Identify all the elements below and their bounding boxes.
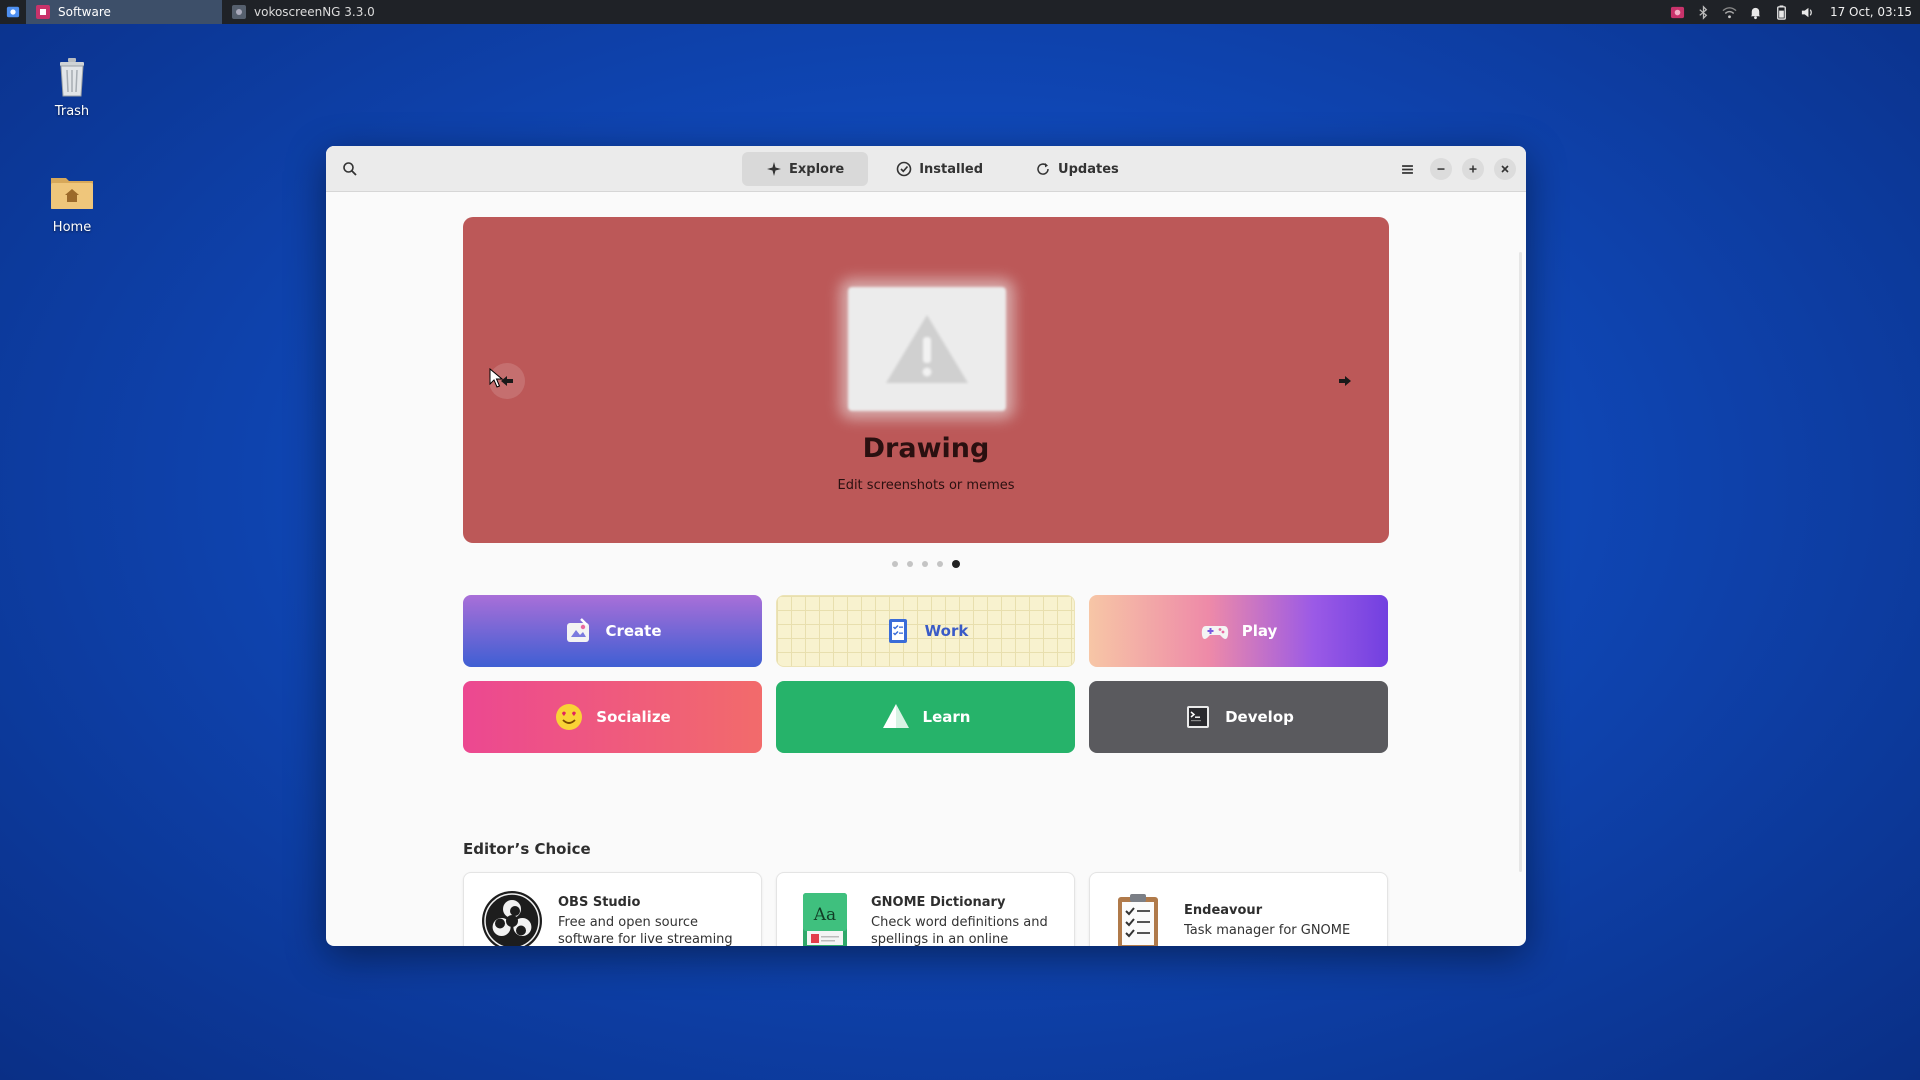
header-bar: Explore Installed Updates: [326, 146, 1526, 192]
app-card-obs-studio[interactable]: OBS Studio Free and open source software…: [463, 872, 762, 946]
app-name: GNOME Dictionary: [871, 894, 1006, 910]
gnome-software-window: Explore Installed Updates Drawing Edit s…: [326, 146, 1526, 946]
software-app-icon: [36, 5, 50, 19]
home-folder-icon: [48, 168, 96, 216]
tab-label: Updates: [1058, 161, 1119, 177]
category-label: Play: [1241, 622, 1278, 640]
category-label: Socialize: [596, 708, 671, 726]
app-description: Free and open source software for live s…: [558, 914, 733, 947]
category-grid: Create Work Play Socialize Learn Develop: [463, 595, 1389, 753]
battery-icon[interactable]: [1774, 4, 1790, 20]
recording-indicator-icon[interactable]: [1670, 4, 1686, 20]
app-name: OBS Studio: [558, 894, 641, 910]
emoji-icon: [554, 702, 584, 732]
editors-choice-heading: Editor’s Choice: [463, 840, 591, 858]
task-vokoscreen[interactable]: vokoscreenNG 3.3.0: [222, 0, 418, 24]
content-scrollbar[interactable]: [1519, 252, 1522, 872]
category-label: Develop: [1225, 708, 1294, 726]
featured-carousel[interactable]: Drawing Edit screenshots or memes: [463, 217, 1389, 543]
view-switcher: Explore Installed Updates: [742, 152, 1143, 186]
category-create[interactable]: Create: [463, 595, 762, 667]
obs-studio-icon: [480, 889, 544, 946]
carousel-dot[interactable]: [892, 561, 898, 567]
sparkle-icon: [767, 162, 781, 176]
work-icon: [883, 616, 913, 646]
minimize-icon: [1437, 168, 1445, 170]
category-label: Work: [924, 622, 969, 640]
featured-app-subtitle: Edit screenshots or memes: [837, 478, 1015, 493]
window-controls: [1394, 156, 1516, 182]
applications-menu-button[interactable]: [0, 0, 26, 24]
close-icon: [1501, 165, 1509, 173]
carousel-indicators: [326, 560, 1526, 568]
carousel-dot[interactable]: [922, 561, 928, 567]
top-panel: Software vokoscreenNG 3.3.0 17 Oct, 03:1…: [0, 0, 1920, 24]
maximize-button[interactable]: [1462, 158, 1484, 180]
category-label: Learn: [922, 708, 971, 726]
terminal-icon: [1183, 702, 1213, 732]
category-develop[interactable]: Develop: [1089, 681, 1388, 753]
clock[interactable]: 17 Oct, 03:15: [1830, 5, 1912, 19]
task-label: Software: [58, 5, 111, 19]
tab-label: Explore: [789, 161, 845, 177]
mouse-pointer-icon: [489, 368, 503, 388]
check-circle-icon: [896, 161, 912, 177]
vokoscreen-app-icon: [232, 5, 246, 19]
sail-icon: [881, 702, 911, 732]
category-work[interactable]: Work: [776, 595, 1075, 667]
app-name: Endeavour: [1184, 903, 1263, 918]
carousel-dot-active[interactable]: [952, 560, 960, 568]
category-learn[interactable]: Learn: [776, 681, 1075, 753]
app-card-endeavour[interactable]: Endeavour Task manager for GNOME: [1089, 872, 1388, 946]
whisker-menu-icon: [6, 6, 20, 18]
featured-app-title[interactable]: Drawing: [463, 433, 1389, 464]
carousel-next-button[interactable]: [1327, 363, 1363, 399]
explore-page[interactable]: Drawing Edit screenshots or memes Create: [326, 192, 1526, 946]
arrow-right-icon: [1339, 376, 1351, 386]
tab-installed[interactable]: Installed: [872, 152, 1007, 186]
carousel-dot[interactable]: [937, 561, 943, 567]
maximize-icon: [1469, 165, 1477, 173]
desktop-home[interactable]: Home: [32, 168, 112, 235]
clipboard-checklist-icon: [1106, 889, 1170, 946]
app-description: Task manager for GNOME: [1184, 923, 1351, 938]
hamburger-menu-icon: [1401, 164, 1413, 174]
notifications-bell-icon[interactable]: [1748, 4, 1764, 20]
task-label: vokoscreenNG 3.3.0: [254, 5, 375, 19]
category-socialize[interactable]: Socialize: [463, 681, 762, 753]
tab-label: Installed: [919, 161, 984, 177]
search-button[interactable]: [336, 155, 364, 183]
dictionary-icon: Aa: [793, 889, 857, 946]
close-button[interactable]: [1494, 158, 1516, 180]
volume-icon[interactable]: [1800, 4, 1816, 20]
desktop-trash[interactable]: Trash: [32, 52, 112, 119]
task-software[interactable]: Software: [26, 0, 222, 24]
desktop-icon-label: Home: [52, 220, 92, 235]
category-label: Create: [605, 622, 662, 640]
svg-text:Aa: Aa: [813, 905, 836, 925]
search-icon: [343, 162, 357, 176]
category-play[interactable]: Play: [1089, 595, 1388, 667]
minimize-button[interactable]: [1430, 158, 1452, 180]
app-description: Check word definitions and spellings in …: [871, 914, 1048, 947]
wifi-icon[interactable]: [1722, 4, 1738, 20]
tab-explore[interactable]: Explore: [742, 152, 869, 186]
gamepad-icon: [1200, 616, 1230, 646]
carousel-dot[interactable]: [907, 561, 913, 567]
trash-icon: [48, 52, 96, 100]
editors-choice-list: OBS Studio Free and open source software…: [463, 872, 1389, 946]
system-tray: 17 Oct, 03:15: [1670, 4, 1920, 20]
main-menu-button[interactable]: [1394, 156, 1420, 182]
tab-updates[interactable]: Updates: [1011, 152, 1143, 186]
bluetooth-icon[interactable]: [1696, 4, 1712, 20]
app-card-gnome-dictionary[interactable]: Aa GNOME Dictionary Check word definitio…: [776, 872, 1075, 946]
warning-triangle-icon: [886, 315, 968, 383]
refresh-icon: [1037, 163, 1049, 175]
desktop-icon-label: Trash: [54, 104, 90, 119]
create-icon: [563, 616, 593, 646]
featured-app-screenshot: [848, 287, 1006, 411]
